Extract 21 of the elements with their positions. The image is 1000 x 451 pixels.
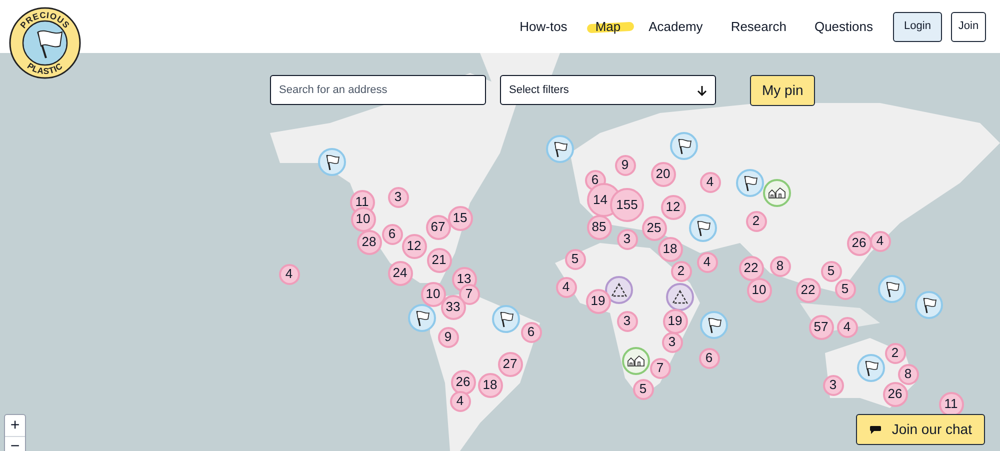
nav-link[interactable]: Research xyxy=(720,12,796,40)
nav-link[interactable]: How-tos xyxy=(510,12,578,40)
house-icon xyxy=(768,187,786,199)
recycle-icon xyxy=(671,289,689,305)
zoom-out-button[interactable]: − xyxy=(5,436,25,451)
chat-icon xyxy=(868,424,882,434)
zoom-in-button[interactable]: + xyxy=(5,415,25,436)
join-chat-button[interactable]: Join our chat xyxy=(856,414,985,445)
search-field[interactable]: Search for an address xyxy=(270,75,486,105)
arrow-down-icon xyxy=(697,84,707,96)
nav-link[interactable]: Questions xyxy=(804,12,883,40)
house-icon xyxy=(627,355,645,367)
recycle-icon xyxy=(610,282,628,298)
nav-link[interactable]: Map xyxy=(585,12,631,40)
filter-dropdown[interactable]: Select filters xyxy=(500,75,716,105)
flag-icon xyxy=(37,30,62,58)
my-pin-button[interactable]: My pin xyxy=(750,75,816,106)
logo-text: PLASTIC xyxy=(25,60,65,76)
login-button[interactable]: Login xyxy=(893,12,942,42)
nav-link[interactable]: Academy xyxy=(638,12,713,40)
join-button[interactable]: Join xyxy=(951,12,986,42)
